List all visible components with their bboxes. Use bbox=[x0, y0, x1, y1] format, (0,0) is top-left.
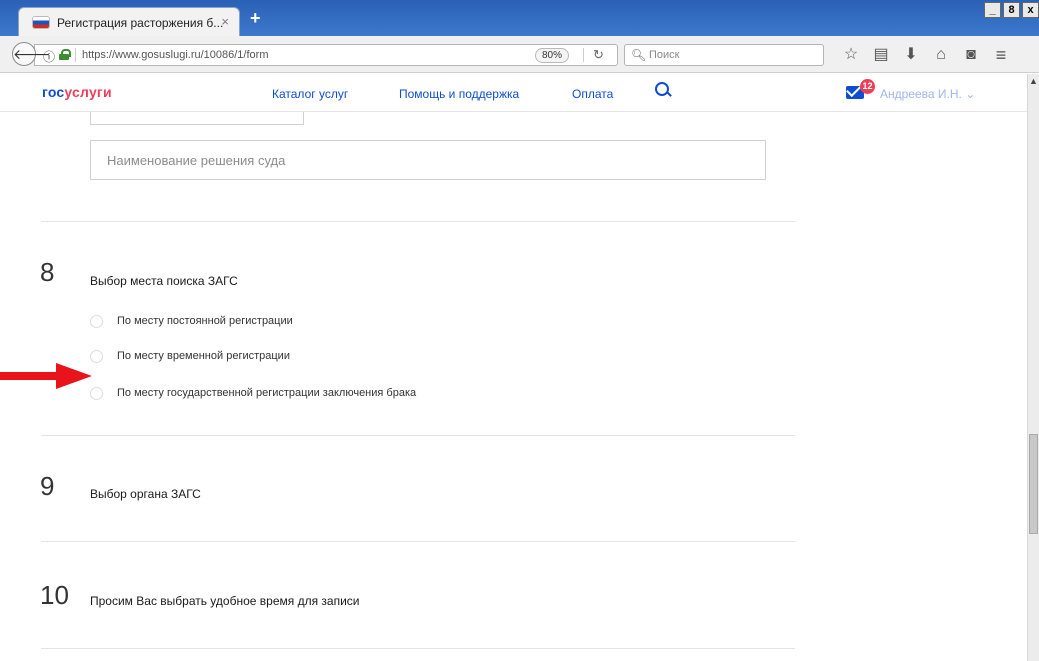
download-icon[interactable]: ⬇ bbox=[896, 45, 926, 65]
radio-temporary-registration[interactable]: По месту временной регистрации bbox=[90, 348, 290, 364]
search-icon[interactable] bbox=[655, 82, 671, 98]
search-placeholder: Поиск bbox=[649, 49, 680, 61]
section-divider bbox=[41, 221, 795, 222]
window-controls: _ 8 x bbox=[984, 2, 1039, 18]
new-tab-button[interactable]: + bbox=[250, 9, 261, 27]
radio-label[interactable]: По месту временной регистрации bbox=[117, 350, 290, 362]
maximize-button[interactable]: 8 bbox=[1003, 2, 1020, 18]
nav-payment-link[interactable]: Оплата bbox=[572, 87, 613, 101]
logo-part-gos: гос bbox=[42, 84, 65, 100]
reload-separator bbox=[583, 48, 584, 62]
search-icon: 🔍︎ bbox=[631, 48, 647, 62]
russia-flag-icon bbox=[33, 17, 49, 28]
section-number: 10 bbox=[40, 580, 69, 610]
court-decision-field[interactable] bbox=[91, 141, 765, 179]
scroll-up-icon[interactable]: ▲ bbox=[1029, 76, 1038, 86]
radio-permanent-registration[interactable]: По месту постоянной регистрации bbox=[90, 313, 293, 329]
section-number: 8 bbox=[40, 257, 55, 287]
radio-button[interactable] bbox=[90, 314, 103, 328]
bookmark-star-icon[interactable]: ☆ bbox=[836, 45, 866, 65]
radio-marriage-registration-place[interactable]: По месту государственной регистрации зак… bbox=[90, 385, 416, 401]
address-bar[interactable]: ⓘ https://www.gosuslugi.ru/10086/1/form … bbox=[34, 44, 618, 66]
site-header: госуслуги Каталог услуг Помощь и поддерж… bbox=[0, 74, 1027, 112]
minimize-button[interactable]: _ bbox=[984, 2, 1001, 18]
red-arrow-icon bbox=[0, 363, 92, 389]
previous-input-edge[interactable] bbox=[90, 112, 304, 125]
page-scrollbar[interactable]: ▲ bbox=[1027, 74, 1039, 661]
menu-icon[interactable]: ≡ bbox=[986, 45, 1016, 65]
browser-search-input[interactable]: 🔍︎ Поиск bbox=[624, 44, 824, 66]
chevron-down-icon: ⌄ bbox=[965, 87, 976, 101]
section-title-zags-search-place: Выбор места поиска ЗАГС bbox=[90, 274, 238, 288]
gosuslugi-logo[interactable]: госуслуги bbox=[42, 84, 112, 100]
close-window-button[interactable]: x bbox=[1022, 2, 1039, 18]
lock-icon[interactable] bbox=[59, 49, 71, 60]
browser-navbar: ⓘ https://www.gosuslugi.ru/10086/1/form … bbox=[0, 36, 1039, 73]
section-divider bbox=[41, 541, 795, 542]
mail-count-badge: 12 bbox=[860, 79, 875, 94]
home-icon[interactable]: ⌂ bbox=[926, 45, 956, 65]
section-title-appointment-time: Просим Вас выбрать удобное время для зап… bbox=[90, 594, 360, 608]
reload-icon[interactable]: ↻ bbox=[593, 47, 604, 63]
browser-titlebar: Регистрация расторжения б... × + _ 8 x bbox=[0, 0, 1039, 36]
section-number: 9 bbox=[40, 471, 55, 501]
nav-catalog-link[interactable]: Каталог услуг bbox=[272, 87, 348, 101]
section-title-zags-office: Выбор органа ЗАГС bbox=[90, 487, 201, 501]
tab-close-button[interactable]: × bbox=[221, 14, 229, 29]
user-name: Андреева И.Н. bbox=[880, 87, 962, 101]
nav-help-link[interactable]: Помощь и поддержка bbox=[399, 87, 519, 101]
section-divider bbox=[41, 648, 795, 649]
zoom-level[interactable]: 80% bbox=[535, 48, 570, 63]
logo-part-uslugi: услуги bbox=[64, 84, 112, 100]
url-text[interactable]: https://www.gosuslugi.ru/10086/1/form bbox=[82, 49, 268, 61]
radio-label[interactable]: По месту постоянной регистрации bbox=[117, 315, 293, 327]
tab-title: Регистрация расторжения б... bbox=[57, 16, 224, 30]
back-icon[interactable]: 🡐 bbox=[12, 42, 51, 66]
radio-label[interactable]: По месту государственной регистрации зак… bbox=[117, 387, 416, 399]
browser-tab[interactable]: Регистрация расторжения б... × bbox=[18, 7, 240, 36]
section-divider bbox=[41, 435, 795, 436]
scrollbar-thumb[interactable] bbox=[1029, 434, 1038, 534]
pocket-icon[interactable]: ◙ bbox=[956, 45, 986, 65]
radio-button[interactable] bbox=[90, 349, 103, 363]
user-menu[interactable]: Андреева И.Н. ⌄ bbox=[880, 87, 975, 101]
reading-list-icon[interactable]: ▤ bbox=[866, 45, 896, 65]
url-separator bbox=[75, 48, 76, 62]
court-decision-input[interactable] bbox=[90, 140, 766, 180]
toolbar-icons: ☆ ▤ ⬇ ⌂ ◙ ≡ bbox=[836, 45, 1016, 65]
